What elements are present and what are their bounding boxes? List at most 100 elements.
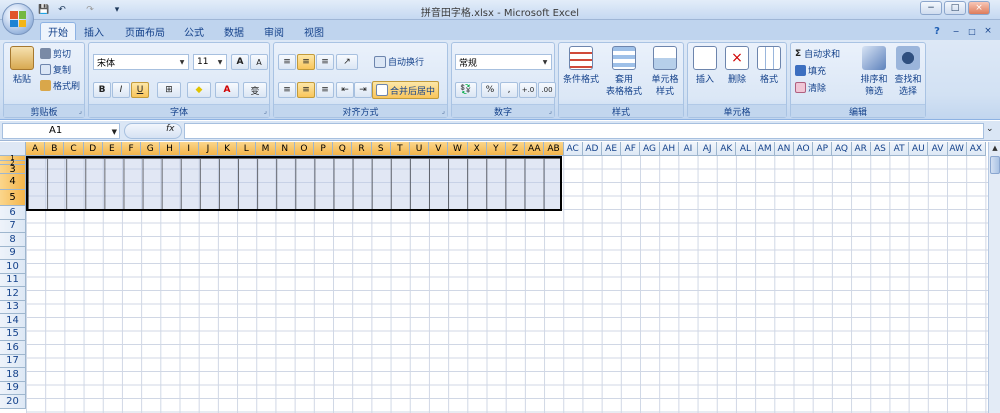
column-header[interactable]: AA (525, 142, 545, 156)
column-header[interactable]: M (256, 142, 276, 156)
ribbon-close-button[interactable]: × (982, 22, 994, 40)
ribbon-restore-button[interactable]: □ (966, 22, 978, 40)
column-header[interactable]: S (371, 142, 391, 156)
align-center-button[interactable]: ≡ (297, 82, 315, 98)
column-header[interactable]: B (45, 142, 65, 156)
minimize-button[interactable]: − (920, 1, 942, 15)
fill-color-button[interactable]: ◆ (187, 82, 211, 98)
row-header[interactable]: 15 (0, 327, 26, 341)
column-header[interactable]: AO (794, 142, 814, 156)
column-header[interactable]: AP (813, 142, 833, 156)
font-size-select[interactable]: 11 ▼ (193, 54, 227, 70)
office-button[interactable] (2, 3, 34, 35)
fill-button[interactable]: 填充 (795, 64, 826, 77)
row-header[interactable]: 17 (0, 354, 26, 368)
row-header[interactable]: 4 (0, 174, 26, 190)
selected-range[interactable] (26, 156, 562, 211)
number-format-select[interactable]: 常规 ▼ (455, 54, 552, 70)
column-header[interactable]: Y (486, 142, 506, 156)
help-icon[interactable]: ? (930, 22, 944, 40)
column-header[interactable]: V (429, 142, 449, 156)
row-header[interactable]: 12 (0, 287, 26, 301)
column-header[interactable]: AX (966, 142, 986, 156)
column-header[interactable]: AC (563, 142, 583, 156)
column-header[interactable]: R (352, 142, 372, 156)
align-left-button[interactable]: ≡ (278, 82, 296, 98)
column-header[interactable]: AU (909, 142, 929, 156)
column-header[interactable]: E (102, 142, 122, 156)
row-header[interactable]: 5 (0, 190, 26, 206)
decrease-indent-button[interactable]: ⇤ (336, 82, 354, 98)
decrease-decimal-button[interactable]: .00 (538, 82, 556, 98)
column-header[interactable]: Q (333, 142, 353, 156)
format-as-table-button[interactable]: 套用 表格格式 (603, 46, 645, 98)
formula-input[interactable] (184, 123, 984, 139)
column-header[interactable]: P (314, 142, 334, 156)
column-header[interactable]: O (294, 142, 314, 156)
align-right-button[interactable]: ≡ (316, 82, 334, 98)
dialog-launcher-icon[interactable]: ⌟ (264, 107, 267, 115)
worksheet-grid[interactable]: A B C D E F G H I J K L M N O P Q R S T U V W X Y Z AA AB AC AD AE AF AG… (0, 142, 988, 413)
column-header[interactable]: AF (621, 142, 641, 156)
cell-styles-button[interactable]: 单元格 样式 (647, 46, 683, 98)
font-name-select[interactable]: 宋体 ▼ (93, 54, 189, 70)
column-header[interactable]: AK (717, 142, 737, 156)
row-header[interactable]: 3 (0, 164, 26, 175)
scroll-up-icon[interactable]: ▲ (989, 142, 1000, 154)
column-header[interactable]: L (237, 142, 257, 156)
column-header[interactable]: AS (870, 142, 890, 156)
cut-button[interactable]: 剪切 (40, 47, 71, 60)
column-header[interactable]: T (390, 142, 410, 156)
row-header[interactable]: 16 (0, 341, 26, 355)
column-header[interactable]: AL (736, 142, 756, 156)
format-cells-button[interactable]: 格式 (754, 46, 784, 86)
align-top-button[interactable]: ≡ (278, 54, 296, 70)
column-header[interactable]: AQ (832, 142, 852, 156)
scrollbar-thumb[interactable] (990, 156, 1000, 174)
border-button[interactable]: ⊞ (157, 82, 181, 98)
row-header[interactable]: 8 (0, 233, 26, 247)
shrink-font-button[interactable]: A (250, 54, 268, 70)
row-header[interactable]: 6 (0, 206, 26, 220)
close-button[interactable]: × (968, 1, 990, 15)
clear-button[interactable]: 清除 (795, 81, 826, 94)
dialog-launcher-icon[interactable]: ⌟ (442, 107, 445, 115)
name-box[interactable]: A1 ▼ (2, 123, 120, 139)
row-header[interactable]: 10 (0, 260, 26, 274)
column-header[interactable]: AE (602, 142, 622, 156)
row-header[interactable]: 11 (0, 273, 26, 287)
column-header[interactable]: K (218, 142, 238, 156)
format-painter-button[interactable]: 格式刷 (40, 79, 80, 92)
column-header[interactable]: G (141, 142, 161, 156)
find-select-button[interactable]: 查找和 选择 (891, 46, 925, 98)
tab-data[interactable]: 数据 (218, 22, 250, 40)
grow-font-button[interactable]: A (231, 54, 249, 70)
column-header[interactable]: A (26, 142, 46, 156)
conditional-format-button[interactable]: 条件格式 (561, 46, 601, 86)
column-header[interactable]: AR (851, 142, 871, 156)
column-header[interactable]: X (467, 142, 487, 156)
row-header[interactable]: 14 (0, 314, 26, 328)
column-header[interactable]: W (448, 142, 468, 156)
column-header[interactable]: D (83, 142, 103, 156)
increase-decimal-button[interactable]: +.0 (519, 82, 537, 98)
row-header[interactable]: 19 (0, 381, 26, 395)
column-header[interactable]: AW (947, 142, 967, 156)
tab-view[interactable]: 视图 (298, 22, 330, 40)
currency-button[interactable]: 💱 (455, 82, 477, 98)
insert-cells-button[interactable]: 插入 (690, 46, 720, 86)
tab-page-layout[interactable]: 页面布局 (118, 22, 172, 40)
row-header[interactable]: 18 (0, 368, 26, 382)
tab-formulas[interactable]: 公式 (178, 22, 210, 40)
percent-button[interactable]: % (481, 82, 499, 98)
dialog-launcher-icon[interactable]: ⌟ (549, 107, 552, 115)
tab-insert[interactable]: 插入 (78, 22, 110, 40)
column-header[interactable]: AB (544, 142, 564, 156)
column-header[interactable]: AT (890, 142, 910, 156)
column-header[interactable]: J (198, 142, 218, 156)
column-header[interactable]: AN (774, 142, 794, 156)
dialog-launcher-icon[interactable]: ⌟ (79, 107, 82, 115)
column-header[interactable]: AH (659, 142, 679, 156)
font-color-button[interactable]: A (215, 82, 239, 98)
orientation-button[interactable]: ↗ (336, 54, 358, 70)
